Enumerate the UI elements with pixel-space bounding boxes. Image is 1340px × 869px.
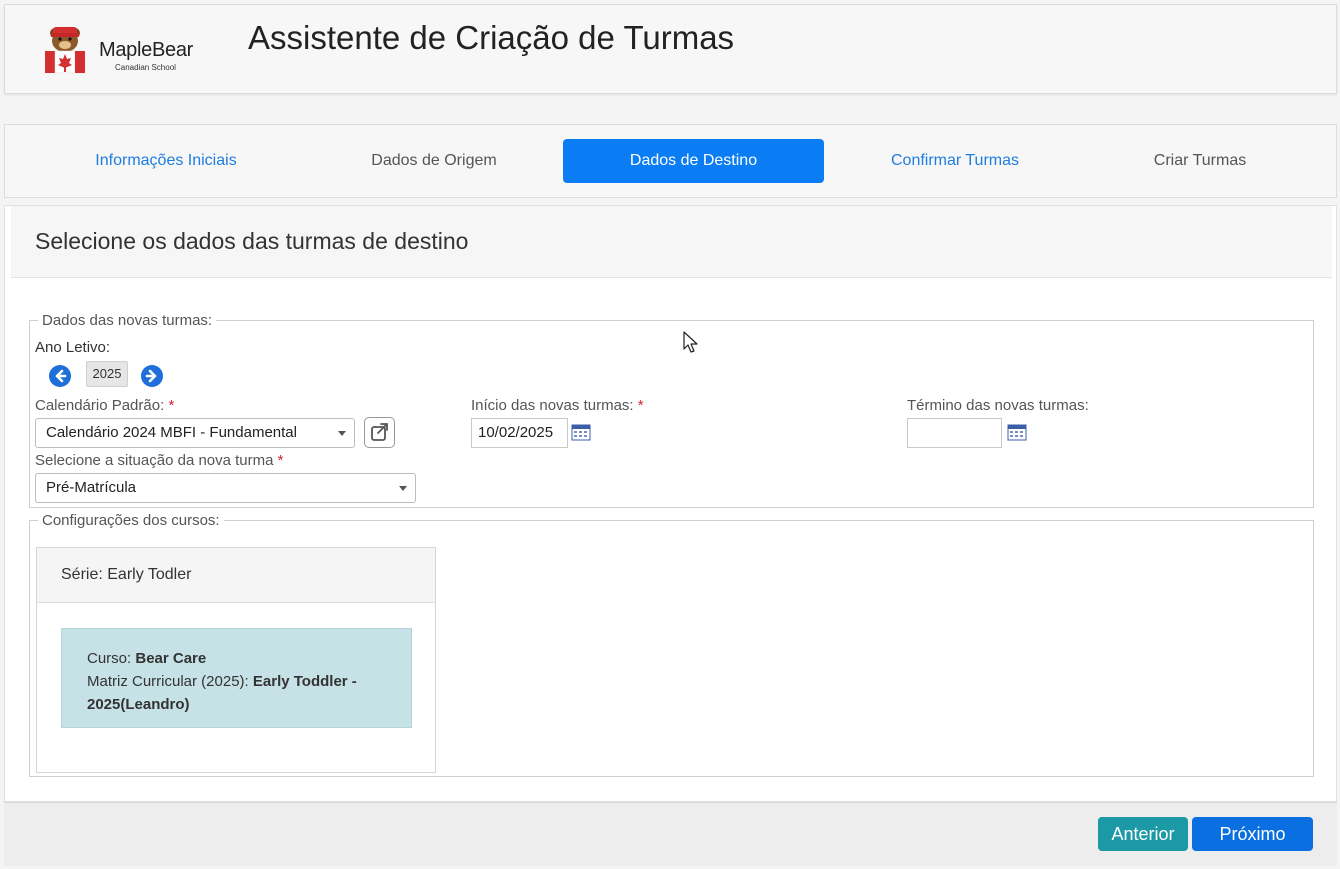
cursos-fieldset: Configurações dos cursos: Série: Early T… [29, 512, 1314, 777]
calendario-padrao-label: Calendário Padrão: * [35, 397, 174, 414]
logo-text: MapleBear [99, 39, 194, 61]
external-link-icon [371, 423, 388, 441]
inicio-label-text: Início das novas turmas: [471, 397, 634, 414]
step-criar-turmas[interactable]: Criar Turmas [1075, 139, 1325, 183]
course-card[interactable]: Curso: Bear Care Matriz Curricular (2025… [61, 628, 412, 728]
calendario-label-text: Calendário Padrão: [35, 397, 165, 414]
proximo-button[interactable]: Próximo [1192, 817, 1313, 851]
required-mark: * [277, 452, 284, 469]
arrow-right-circle-icon [145, 369, 157, 383]
prev-year-button[interactable] [49, 365, 71, 387]
calendario-selected-value: Calendário 2024 MBFI - Fundamental [46, 424, 297, 441]
calendar-icon[interactable] [1007, 423, 1027, 441]
matriz-label: Matriz Curricular (2025): [87, 673, 249, 690]
maplebear-logo: MapleBear Canadian School [41, 23, 211, 81]
situacao-label: Selecione a situação da nova turma * [35, 452, 284, 469]
required-mark: * [168, 397, 175, 414]
bear-icon [45, 27, 85, 74]
chevron-down-icon [399, 486, 407, 491]
curso-label: Curso: [87, 650, 132, 667]
required-mark: * [637, 397, 644, 414]
matriz-value-2: 2025(Leandro) [87, 696, 190, 713]
termino-date-input[interactable] [907, 418, 1002, 448]
situacao-select[interactable]: Pré-Matrícula [35, 473, 416, 503]
wizard-steps: Informações Iniciais Dados de Origem Dad… [4, 124, 1337, 198]
novas-turmas-legend: Dados das novas turmas: [38, 312, 217, 329]
page-title: Assistente de Criação de Turmas [248, 19, 735, 56]
ano-letivo-value: 2025 [86, 361, 128, 387]
open-calendar-button[interactable] [364, 417, 395, 448]
anterior-button[interactable]: Anterior [1098, 817, 1188, 851]
serie-card: Série: Early Todler Curso: Bear Care Mat… [36, 547, 436, 773]
calendario-padrao-select[interactable]: Calendário 2024 MBFI - Fundamental [35, 418, 355, 448]
step-informacoes-iniciais[interactable]: Informações Iniciais [41, 139, 291, 183]
curso-value: Bear Care [135, 650, 207, 667]
serie-value: Early Todler [107, 566, 192, 583]
calendar-icon[interactable] [571, 423, 591, 441]
wizard-footer: Anterior Próximo [4, 802, 1337, 866]
chevron-down-icon [338, 431, 346, 436]
next-year-button[interactable] [141, 365, 163, 387]
matriz-line-2: 2025(Leandro) [87, 693, 411, 716]
inicio-novas-turmas-label: Início das novas turmas: * [471, 397, 644, 414]
app-header: MapleBear Canadian School Assistente de … [4, 4, 1337, 94]
matriz-line: Matriz Curricular (2025): Early Toddler … [87, 670, 411, 693]
cursos-legend: Configurações dos cursos: [38, 512, 224, 529]
situacao-selected-value: Pré-Matrícula [46, 479, 137, 496]
section-header: Selecione os dados das turmas de destino [11, 206, 1332, 278]
step-confirmar-turmas[interactable]: Confirmar Turmas [830, 139, 1080, 183]
section-title: Selecione os dados das turmas de destino [35, 228, 469, 254]
inicio-date-input[interactable]: 10/02/2025 [471, 418, 568, 448]
termino-novas-turmas-label: Término das novas turmas: [907, 397, 1089, 414]
arrow-left-circle-icon [55, 369, 67, 383]
curso-line: Curso: Bear Care [87, 647, 411, 670]
step-dados-de-destino[interactable]: Dados de Destino [563, 139, 824, 183]
serie-header: Série: Early Todler [37, 548, 435, 603]
logo-subtitle: Canadian School [115, 63, 176, 72]
mouse-cursor-icon [683, 331, 698, 353]
ano-letivo-label: Ano Letivo: [35, 339, 111, 356]
novas-turmas-fieldset: Dados das novas turmas: Ano Letivo: 2025… [29, 312, 1314, 508]
situacao-label-text: Selecione a situação da nova turma [35, 452, 274, 469]
matriz-value-1: Early Toddler - [252, 673, 357, 690]
main-panel: Selecione os dados das turmas de destino… [4, 205, 1337, 802]
serie-label: Série: [61, 566, 103, 583]
step-dados-de-origem[interactable]: Dados de Origem [309, 139, 559, 183]
